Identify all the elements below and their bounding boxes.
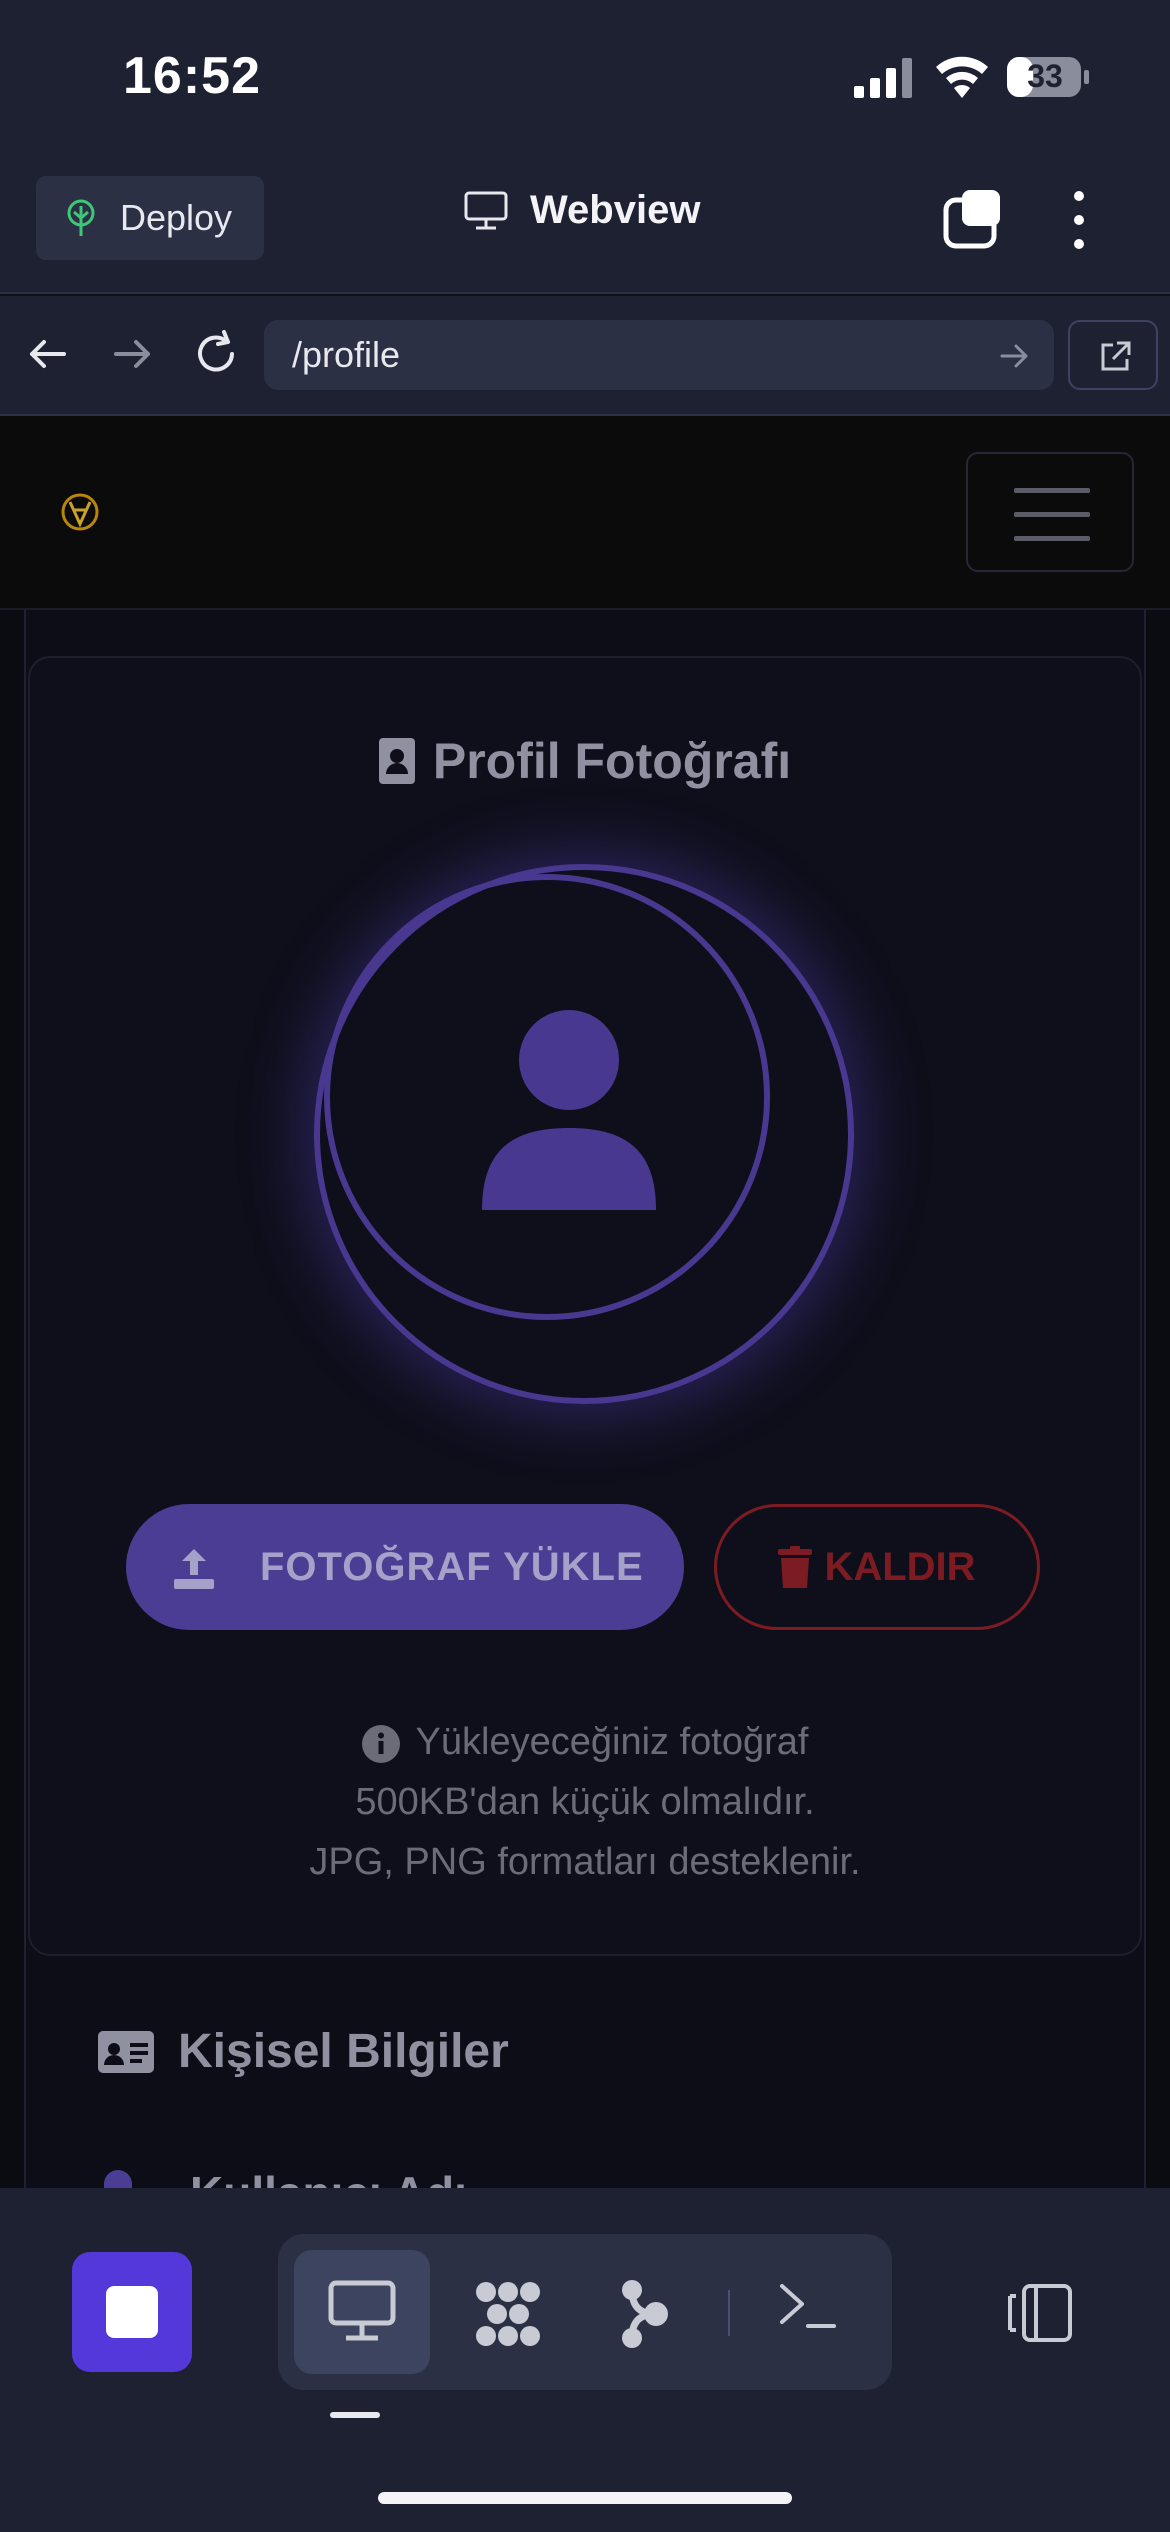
trash-icon — [778, 1546, 813, 1588]
remove-photo-button[interactable]: KALDIR — [714, 1504, 1040, 1630]
webview-icon — [328, 2280, 396, 2341]
monitor-icon — [464, 191, 508, 229]
remove-photo-label: KALDIR — [824, 1544, 976, 1589]
home-indicator[interactable] — [378, 2492, 792, 2504]
cellular-signal-icon — [854, 58, 912, 98]
back-icon[interactable] — [20, 326, 76, 382]
webview-content: Profil Fotoğrafı FOTOĞRAF YÜKLE KALDIR Y… — [0, 416, 1170, 2188]
external-link-icon — [1101, 341, 1131, 371]
brand-logo[interactable] — [60, 492, 100, 532]
packages-icon — [476, 2282, 540, 2346]
url-input[interactable]: /profile — [264, 320, 1054, 390]
deploy-button[interactable]: Deploy — [36, 176, 264, 260]
status-time: 16:52 — [123, 47, 261, 105]
tabs-icon[interactable] — [942, 188, 1004, 250]
id-card-icon — [98, 2030, 154, 2073]
profile-photo-heading: Profil Fotoğrafı — [0, 728, 1170, 790]
go-arrow-icon[interactable] — [996, 338, 1032, 374]
toolbar-divider — [728, 2290, 730, 2336]
forward-icon[interactable] — [104, 326, 160, 382]
user-silhouette-icon — [482, 1010, 656, 1210]
git-tool-button[interactable] — [580, 2250, 716, 2374]
shell-tool-button[interactable] — [744, 2250, 880, 2374]
battery-level: 33 — [1027, 58, 1063, 94]
more-menu-icon[interactable] — [1064, 188, 1094, 252]
deploy-label: Deploy — [120, 197, 233, 238]
status-bar: 16:52 33 — [0, 0, 1170, 160]
photo-requirements-note: Yükleyeceğiniz fotoğraf 500KB'dan küçük … — [309, 1721, 861, 1883]
upload-photo-label: FOTOĞRAF YÜKLE — [260, 1544, 644, 1589]
webview-tab-title[interactable]: Webview — [464, 188, 700, 233]
avatar-inner-ring — [324, 874, 770, 1320]
reload-icon[interactable] — [188, 326, 244, 382]
packages-tool-button[interactable] — [438, 2250, 574, 2374]
git-icon — [622, 2280, 668, 2348]
username-field-label: Kullanıcı Adı — [190, 2166, 467, 2188]
battery-icon: 33 — [1006, 56, 1090, 98]
wifi-icon — [936, 56, 988, 98]
shell-icon — [780, 2284, 836, 2328]
url-text: /profile — [292, 334, 401, 375]
site-navbar — [0, 416, 1170, 610]
contact-card-icon — [378, 737, 415, 784]
upload-icon — [174, 1549, 214, 1589]
deploy-icon — [67, 199, 95, 236]
browser-toolbar: /profile — [0, 296, 1170, 416]
info-icon — [361, 1724, 400, 1763]
stop-icon — [106, 2286, 158, 2338]
avatar-preview[interactable] — [310, 860, 860, 1410]
device-preview-icon[interactable] — [1000, 2282, 1074, 2344]
menu-toggle-button[interactable] — [966, 452, 1134, 572]
webview-tool-button[interactable] — [294, 2250, 430, 2374]
open-external-button[interactable] — [1068, 320, 1158, 390]
workspace-toolbar — [0, 2188, 1170, 2532]
stop-button[interactable] — [72, 2252, 192, 2372]
personal-info-heading: Kişisel Bilgiler — [98, 2024, 509, 2079]
active-tool-indicator — [330, 2412, 380, 2418]
workspace-header: Deploy Webview — [0, 160, 1170, 294]
upload-photo-button[interactable]: FOTOĞRAF YÜKLE — [126, 1504, 684, 1630]
tool-switcher — [278, 2234, 892, 2390]
